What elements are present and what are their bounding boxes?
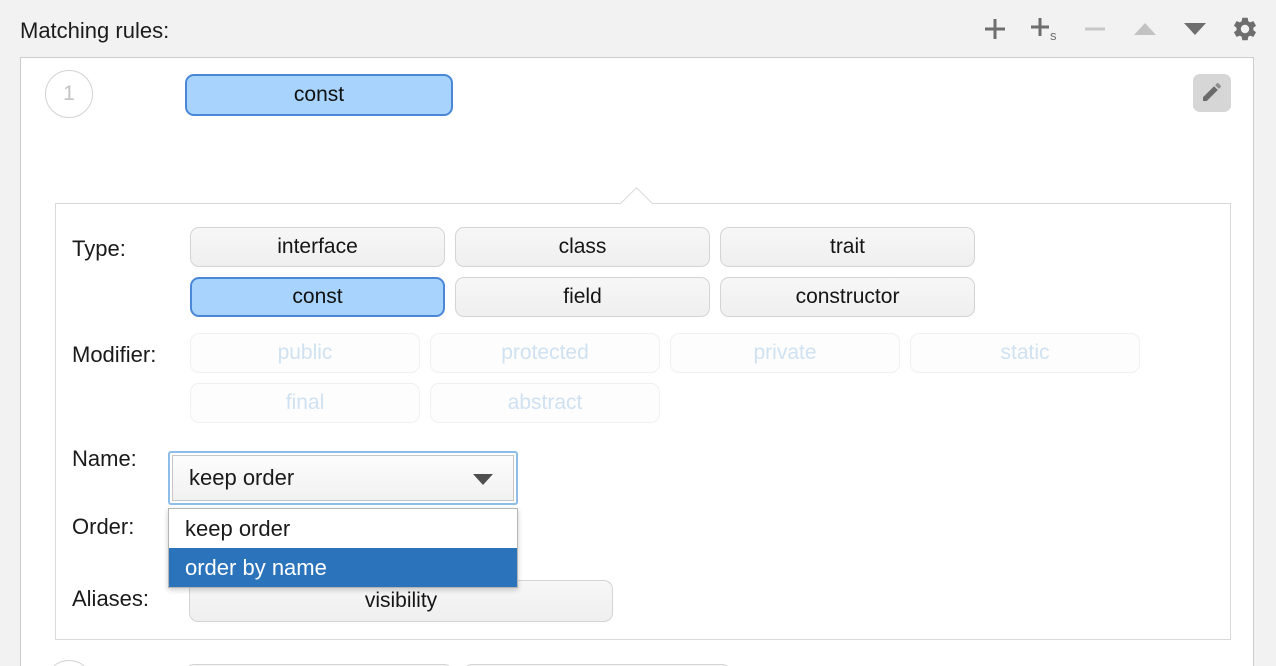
order-option-order-by-name[interactable]: order by name (169, 548, 517, 587)
pencil-icon (1200, 80, 1224, 107)
type-option-trait[interactable]: trait (720, 227, 975, 267)
plus-icon (982, 16, 1008, 45)
type-option-const[interactable]: const (190, 277, 445, 317)
rule-row[interactable]: 1 const (21, 58, 1253, 132)
type-options-row-2: const field constructor (190, 277, 975, 317)
detail-callout-notch (607, 186, 677, 204)
settings-button[interactable] (1228, 13, 1262, 47)
modifier-label: Modifier: (72, 342, 157, 367)
type-option-field[interactable]: field (455, 277, 710, 317)
arrow-up-icon (1131, 16, 1159, 45)
svg-text:s: s (1050, 28, 1057, 43)
modifier-option-private[interactable]: private (670, 333, 900, 373)
type-option-class[interactable]: class (455, 227, 710, 267)
minus-icon (1082, 16, 1108, 45)
order-combobox[interactable]: keep order (168, 451, 518, 505)
add-rule-button[interactable] (978, 13, 1012, 47)
modifier-option-static[interactable]: static (910, 333, 1140, 373)
rule-token-const[interactable]: const (185, 74, 453, 116)
rule-row[interactable]: 2 field by modifiers (21, 650, 1253, 666)
rules-toolbar: s (978, 10, 1262, 50)
plus-s-icon: s (1030, 15, 1060, 46)
order-label: Order: (72, 514, 135, 539)
gear-icon (1231, 15, 1259, 46)
rule-index-badge: 2 (45, 660, 93, 666)
add-section-rule-button[interactable]: s (1028, 13, 1062, 47)
chevron-down-icon (473, 474, 493, 485)
arrow-down-icon (1181, 16, 1209, 45)
type-option-constructor[interactable]: constructor (720, 277, 975, 317)
aliases-label: Aliases: (72, 586, 150, 611)
page-title: Matching rules: (20, 18, 170, 43)
rule-summary-tokens: const (185, 74, 453, 116)
name-label: Name: (72, 446, 137, 471)
modifier-option-abstract[interactable]: abstract (430, 383, 660, 423)
remove-rule-button[interactable] (1078, 13, 1112, 47)
edit-rule-button[interactable] (1193, 74, 1231, 112)
move-up-button[interactable] (1128, 13, 1162, 47)
panel-header: Matching rules: s (0, 0, 1276, 57)
move-down-button[interactable] (1178, 13, 1212, 47)
type-option-interface[interactable]: interface (190, 227, 445, 267)
order-option-keep-order[interactable]: keep order (169, 509, 517, 548)
order-combobox-value: keep order (189, 465, 295, 490)
modifier-option-protected[interactable]: protected (430, 333, 660, 373)
modifier-options-row-1: public protected private static (190, 333, 1140, 373)
modifier-option-public[interactable]: public (190, 333, 420, 373)
type-label: Type: (72, 236, 126, 261)
modifier-options-row-2: final abstract (190, 383, 660, 423)
modifier-option-final[interactable]: final (190, 383, 420, 423)
type-options-row-1: interface class trait (190, 227, 975, 267)
rule-index-badge: 1 (45, 70, 93, 118)
order-dropdown-list[interactable]: keep order order by name (168, 508, 518, 588)
